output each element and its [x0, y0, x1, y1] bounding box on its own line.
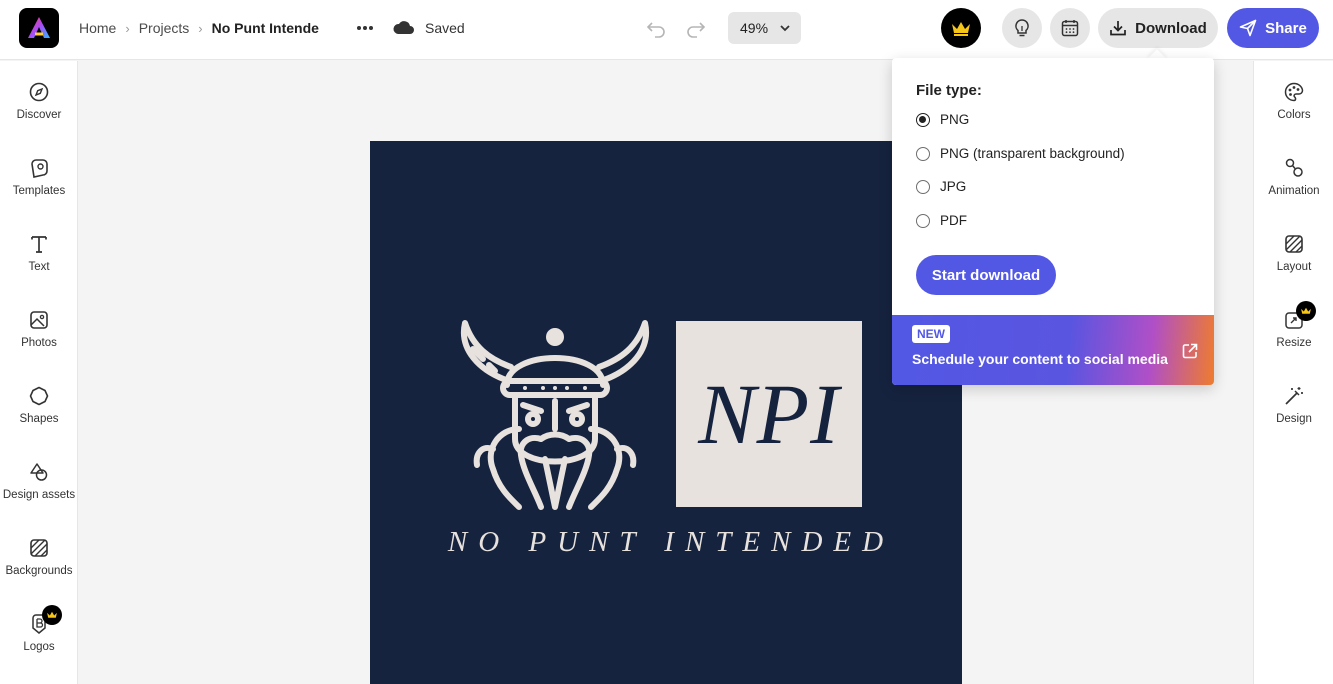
- premium-button[interactable]: [941, 8, 981, 48]
- file-type-option-pdf[interactable]: PDF: [916, 213, 967, 228]
- sidebar-item-resize[interactable]: Resize: [1254, 301, 1333, 369]
- magic-wand-icon: [1285, 387, 1303, 405]
- file-type-title: File type:: [916, 82, 982, 99]
- sidebar-item-label: Backgrounds: [5, 565, 73, 577]
- start-download-button[interactable]: Start download: [916, 255, 1056, 295]
- sidebar-item-label: Design: [1276, 413, 1312, 425]
- premium-badge: [42, 605, 62, 625]
- sidebar-item-label: Animation: [1268, 185, 1320, 197]
- sidebar-item-templates[interactable]: Templates: [0, 157, 78, 217]
- right-sidebar: Colors Animation Layout Resize Design: [1253, 61, 1333, 684]
- sidebar-item-layout[interactable]: Layout: [1254, 233, 1333, 293]
- sidebar-item-animation[interactable]: Animation: [1254, 157, 1333, 217]
- text-icon: [31, 236, 47, 253]
- chevron-right-icon: ›: [198, 20, 203, 36]
- sidebar-item-colors[interactable]: Colors: [1254, 81, 1333, 141]
- promo-text: Schedule your content to social media: [912, 351, 1168, 367]
- palette-icon: [1284, 82, 1304, 102]
- sidebar-item-label: Colors: [1277, 109, 1311, 121]
- breadcrumb-home[interactable]: Home: [79, 20, 116, 36]
- adobe-express-logo-icon: [28, 17, 50, 38]
- monogram-text[interactable]: NPI: [698, 364, 840, 464]
- backgrounds-icon: [30, 539, 48, 557]
- option-label: PDF: [940, 213, 967, 228]
- download-label: Download: [1135, 19, 1207, 37]
- sidebar-item-backgrounds[interactable]: Backgrounds: [0, 537, 78, 597]
- save-status: Saved: [425, 20, 465, 36]
- sidebar-item-label: Resize: [1276, 337, 1312, 349]
- file-type-option-png-transparent[interactable]: PNG (transparent background): [916, 146, 1125, 161]
- canvas-artboard[interactable]: NPI NO PUNT INTENDED: [370, 141, 962, 684]
- more-options-button[interactable]: [353, 16, 377, 40]
- sidebar-item-design[interactable]: Design: [1254, 385, 1333, 445]
- sidebar-item-label: Discover: [16, 109, 62, 121]
- option-label: PNG (transparent background): [940, 146, 1125, 161]
- compass-icon: [29, 82, 49, 102]
- more-icon: [357, 26, 373, 30]
- breadcrumb-projects[interactable]: Projects: [139, 20, 190, 36]
- option-label: JPG: [940, 179, 967, 194]
- crown-icon: [47, 611, 57, 618]
- download-icon: [1110, 21, 1127, 36]
- shapes-icon: [29, 386, 49, 406]
- tagline-text[interactable]: NO PUNT INTENDED: [370, 526, 962, 559]
- download-popover: File type: PNG PNG (transparent backgrou…: [892, 58, 1214, 385]
- ideas-button[interactable]: [1002, 8, 1042, 48]
- sidebar-item-shapes[interactable]: Shapes: [0, 385, 78, 445]
- sidebar-item-logos[interactable]: Logos: [0, 605, 78, 673]
- sidebar-item-text[interactable]: Text: [0, 233, 78, 293]
- redo-icon[interactable]: [685, 17, 707, 39]
- app-logo[interactable]: [19, 8, 59, 48]
- design-assets-icon: [30, 463, 48, 481]
- sidebar-item-design-assets[interactable]: Design assets: [0, 461, 78, 521]
- logos-icon-wrap: [28, 605, 62, 635]
- new-badge: NEW: [912, 325, 950, 343]
- chevron-right-icon: ›: [125, 20, 130, 36]
- breadcrumb: Home › Projects › No Punt Intende: [79, 18, 319, 38]
- animation-icon: [1285, 158, 1303, 177]
- document-title[interactable]: No Punt Intende: [212, 20, 319, 36]
- share-button[interactable]: Share: [1227, 8, 1319, 48]
- sidebar-item-label: Photos: [21, 337, 57, 349]
- sidebar-item-label: Text: [28, 261, 50, 273]
- top-bar: Home › Projects › No Punt Intende Saved …: [0, 0, 1333, 60]
- crown-icon: [1301, 307, 1311, 314]
- calendar-icon: [1061, 20, 1079, 37]
- zoom-level: 49%: [740, 20, 769, 36]
- premium-badge: [1296, 301, 1316, 321]
- sidebar-item-discover[interactable]: Discover: [0, 81, 78, 141]
- lightbulb-icon: [1015, 19, 1029, 37]
- schedule-button[interactable]: [1050, 8, 1090, 48]
- radio-button[interactable]: [916, 179, 930, 194]
- templates-icon: [31, 159, 48, 178]
- left-sidebar: Discover Templates Text Photos Shapes De…: [0, 61, 78, 684]
- external-link-icon[interactable]: [1181, 342, 1199, 360]
- undo-icon[interactable]: [645, 17, 667, 39]
- sidebar-item-label: Design assets: [2, 489, 76, 501]
- photo-icon: [30, 311, 48, 329]
- viking-helmet-logo: [460, 320, 650, 510]
- file-type-option-jpg[interactable]: JPG: [916, 179, 966, 194]
- radio-button[interactable]: [916, 112, 930, 127]
- radio-button[interactable]: [916, 146, 930, 161]
- crown-icon: [952, 22, 970, 36]
- cloud-icon: [393, 21, 414, 34]
- sidebar-item-label: Shapes: [19, 413, 59, 425]
- zoom-select[interactable]: 49%: [728, 12, 801, 44]
- option-label: PNG: [940, 112, 970, 127]
- sidebar-item-photos[interactable]: Photos: [0, 309, 78, 369]
- sidebar-item-label: Templates: [12, 185, 66, 197]
- radio-button[interactable]: [916, 213, 930, 228]
- monogram-box: NPI: [676, 321, 862, 507]
- layout-icon: [1285, 235, 1303, 253]
- send-icon: [1239, 19, 1257, 37]
- sidebar-item-label: Logos: [23, 641, 55, 653]
- share-label: Share: [1265, 19, 1307, 37]
- schedule-promo-banner[interactable]: NEW Schedule your content to social medi…: [892, 315, 1214, 385]
- download-button[interactable]: Download: [1098, 8, 1218, 48]
- file-type-option-png[interactable]: PNG: [916, 112, 969, 127]
- resize-icon-wrap: [1283, 301, 1316, 331]
- chevron-down-icon: [780, 25, 790, 32]
- sidebar-item-label: Layout: [1276, 261, 1312, 273]
